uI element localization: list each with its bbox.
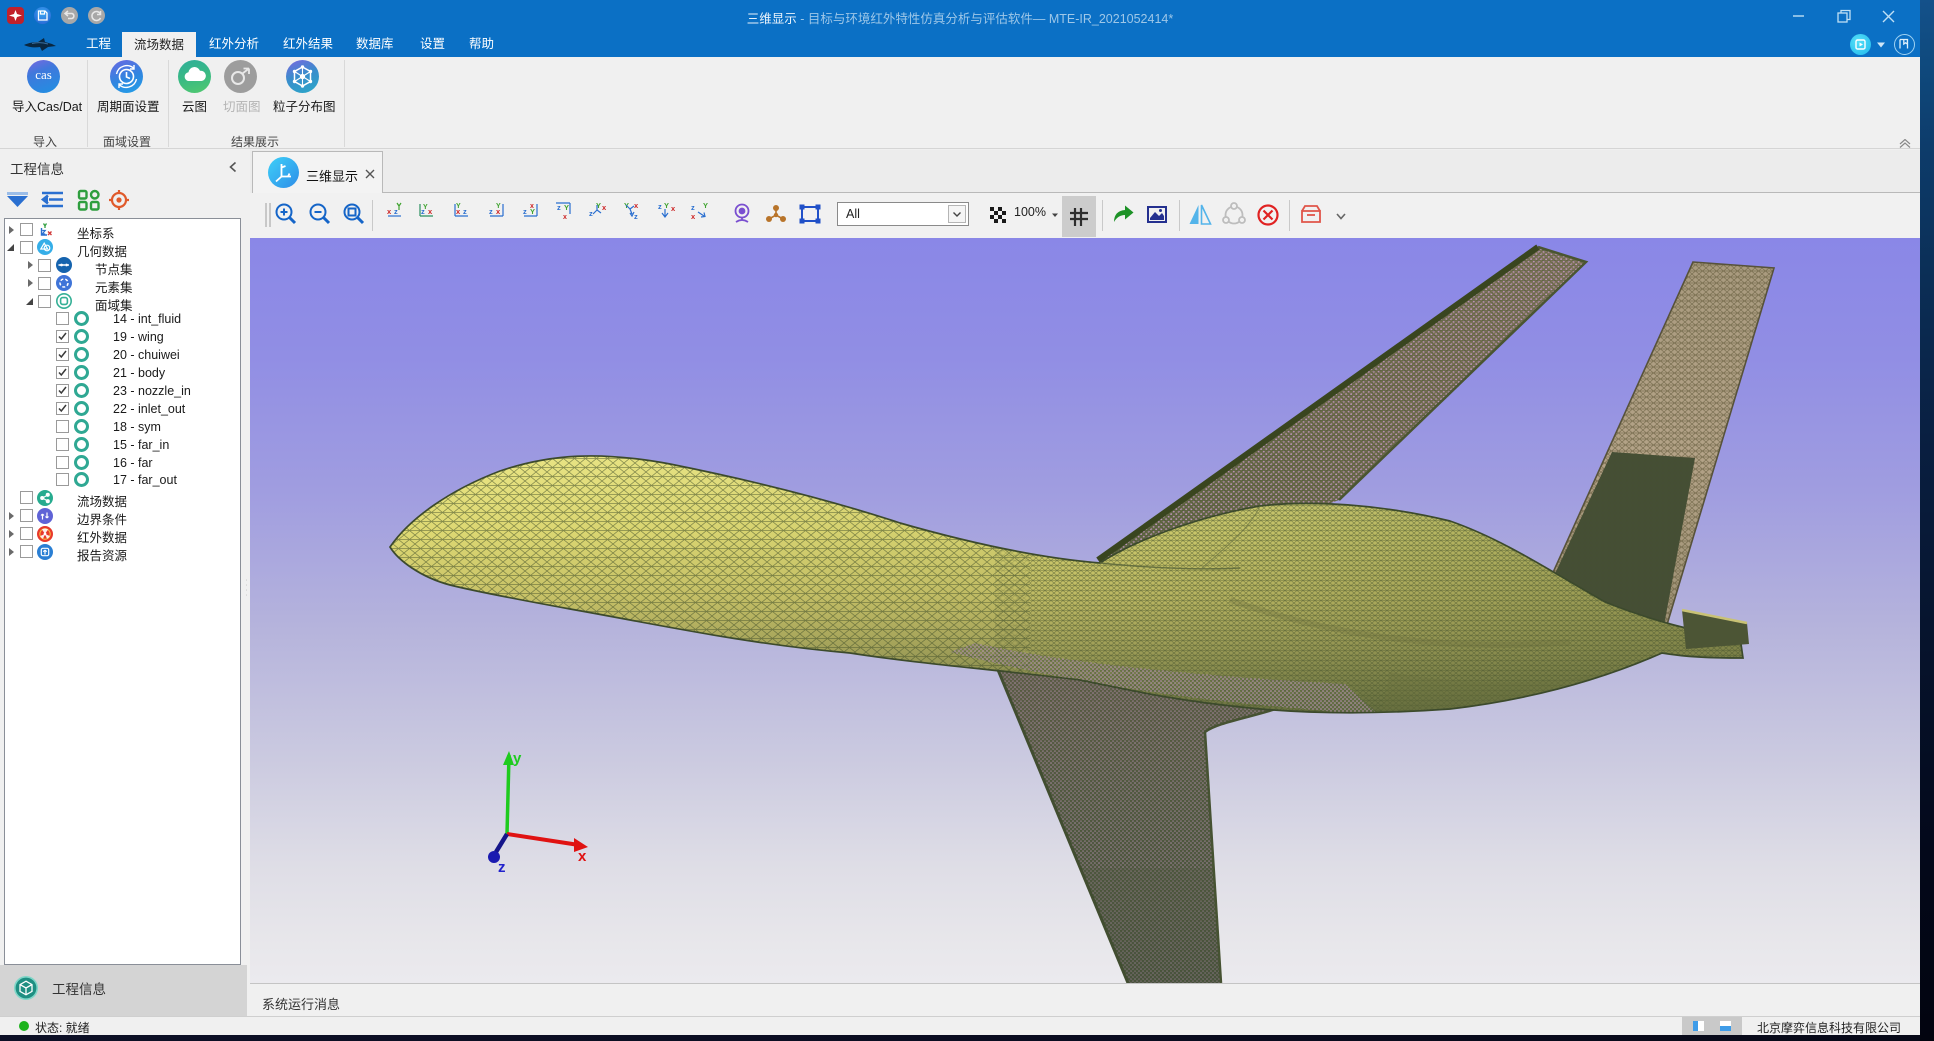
svg-text:z: z	[658, 202, 662, 211]
svg-text:z: z	[691, 203, 695, 212]
svg-text:z: z	[463, 207, 467, 216]
svg-text:Y: Y	[423, 204, 428, 211]
svg-text:Y: Y	[496, 203, 501, 210]
svg-text:Y: Y	[703, 201, 708, 210]
svg-text:z: z	[589, 209, 593, 218]
svg-text:z: z	[634, 212, 638, 221]
svg-text:z: z	[523, 207, 527, 216]
svg-text:x: x	[671, 204, 676, 213]
svg-text:x: x	[387, 207, 392, 216]
svg-text:x: x	[578, 848, 587, 865]
svg-text:x: x	[530, 203, 534, 210]
svg-text:x: x	[428, 207, 433, 216]
svg-text:z: z	[498, 859, 506, 876]
svg-text:z: z	[489, 207, 493, 216]
svg-text:x: x	[691, 212, 696, 221]
svg-text:Y: Y	[456, 203, 461, 210]
svg-text:x: x	[563, 214, 567, 221]
svg-text:x: x	[634, 201, 639, 210]
svg-text:z: z	[557, 203, 561, 212]
svg-text:y: y	[513, 750, 522, 767]
svg-text:x: x	[602, 203, 607, 212]
svg-text:Y: Y	[664, 201, 669, 210]
svg-text:z: z	[394, 207, 398, 216]
svg-text:Y: Y	[564, 203, 569, 212]
